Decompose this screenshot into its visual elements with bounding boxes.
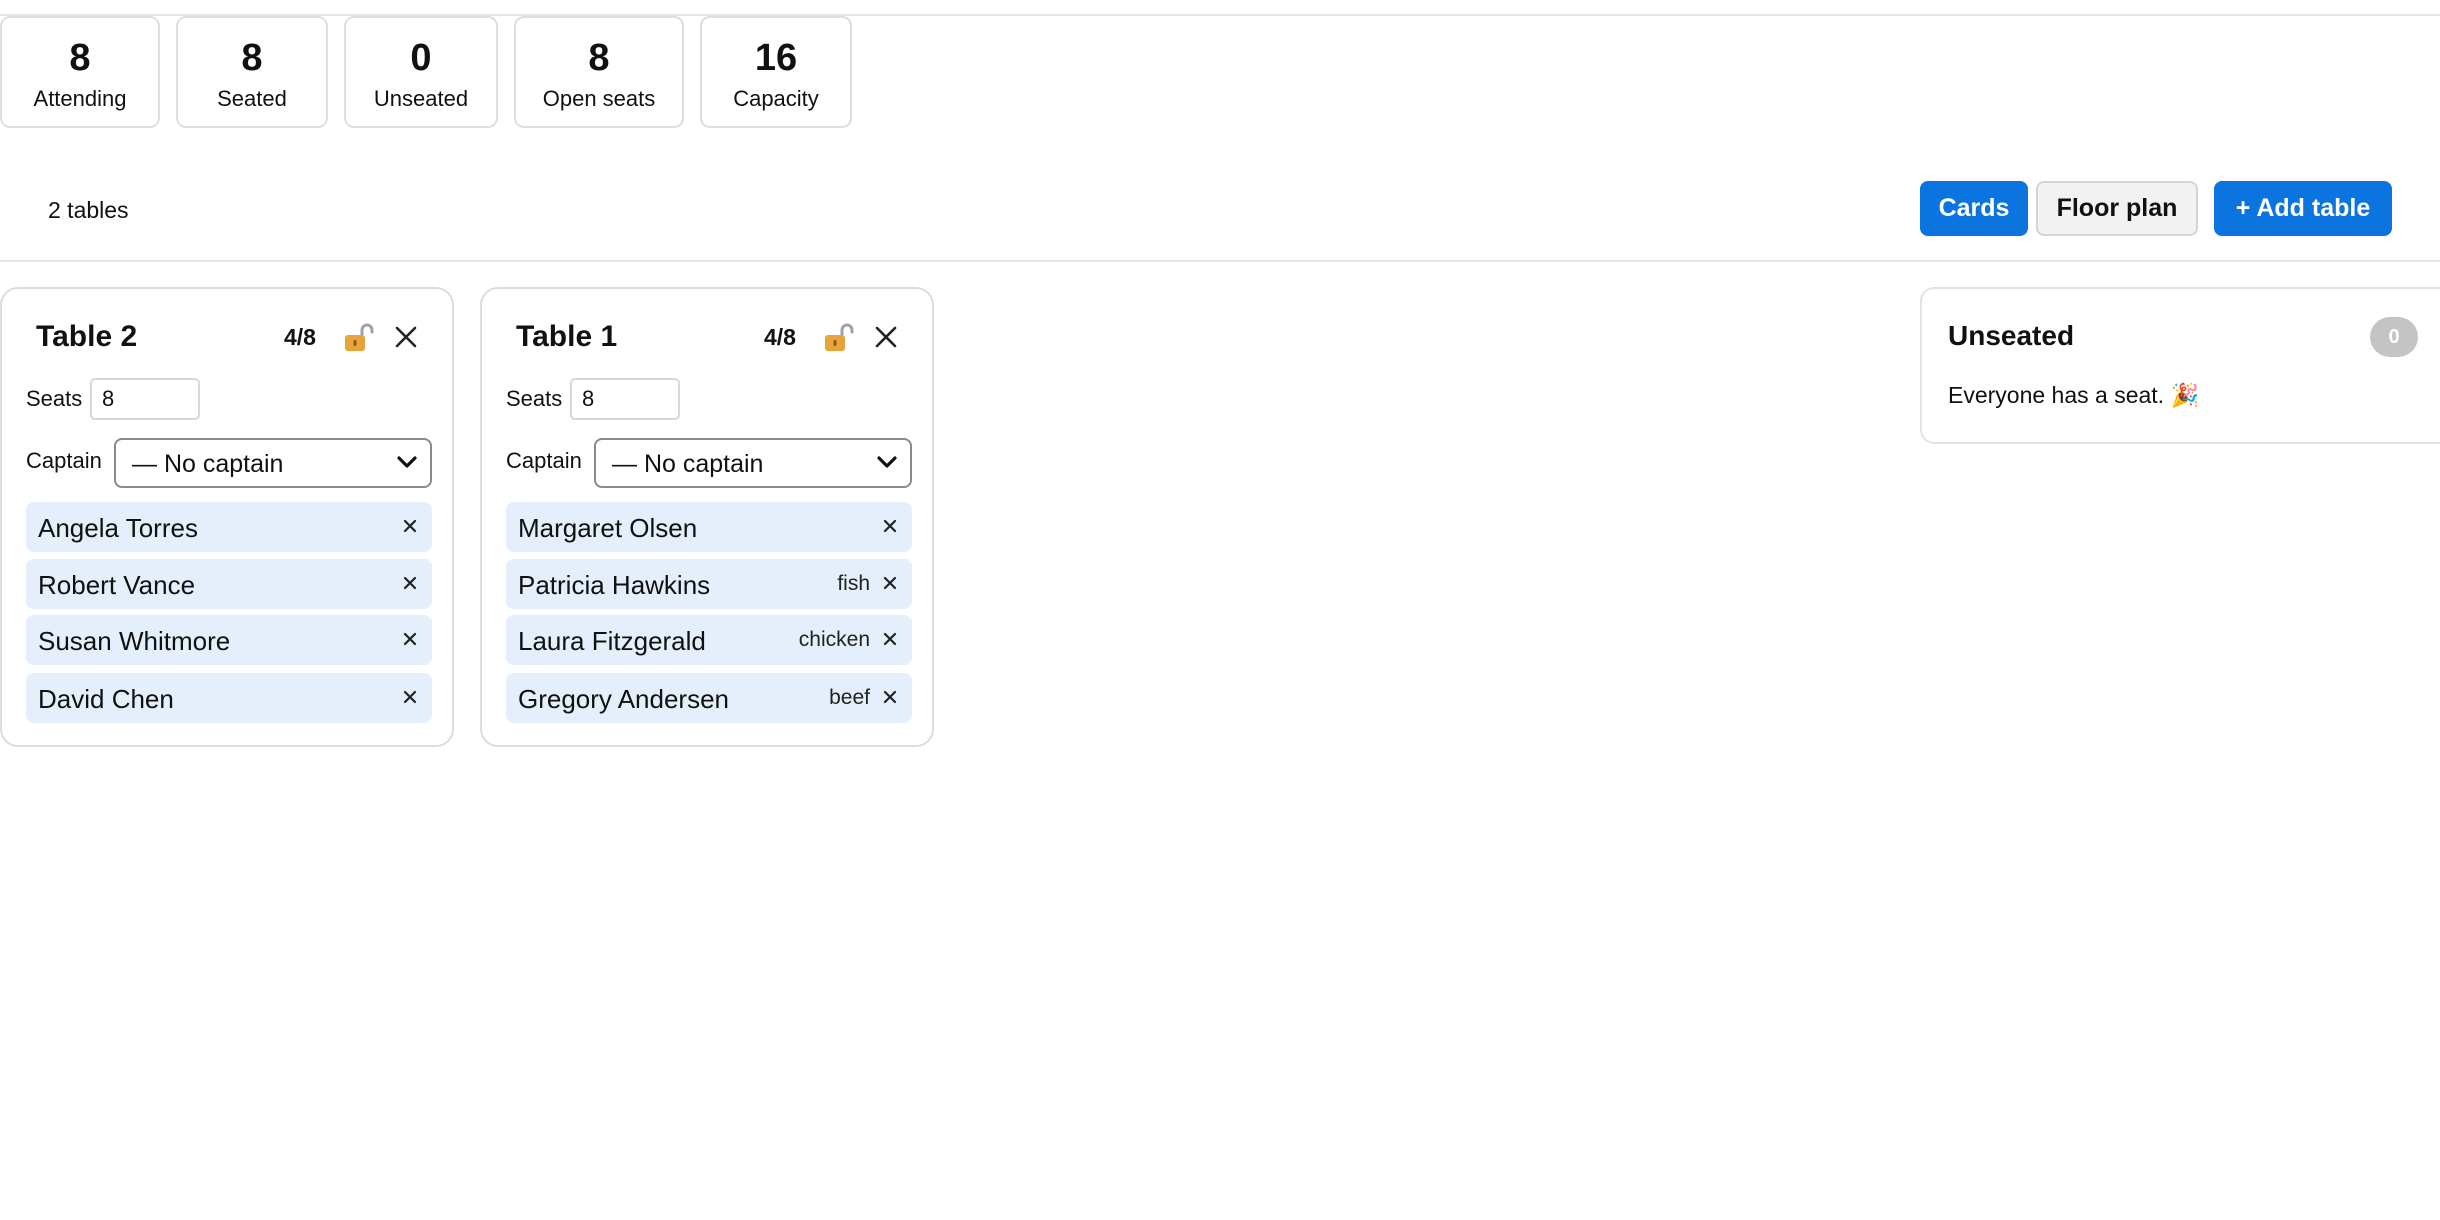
stat-value: 8 — [241, 37, 263, 79]
captain-select-value: — No captain — [132, 450, 284, 478]
captain-label: Captain — [506, 448, 582, 473]
stat-value: 8 — [588, 37, 610, 79]
remove-guest-icon[interactable] — [882, 518, 898, 534]
stat-seated: 8 Seated — [176, 16, 328, 128]
table-card: Table 2 4/8 Seats Captain — No captain A… — [0, 287, 454, 747]
guest-chip[interactable]: Susan Whitmore — [26, 615, 432, 665]
guest-chip[interactable]: Gregory Andersen beef — [506, 673, 912, 723]
unseated-panel: Unseated 0 Everyone has a seat. 🎉 — [1920, 287, 2440, 444]
remove-guest-icon[interactable] — [882, 575, 898, 591]
stat-value: 16 — [754, 37, 798, 79]
remove-guest-icon[interactable] — [402, 518, 418, 534]
guest-chip[interactable]: Patricia Hawkins fish — [506, 559, 912, 609]
seats-input[interactable] — [570, 378, 680, 420]
stat-open-seats: 8 Open seats — [514, 16, 684, 128]
remove-guest-icon[interactable] — [402, 575, 418, 591]
guest-chip[interactable]: Robert Vance — [26, 559, 432, 609]
unlocked-padlock-icon[interactable] — [822, 321, 854, 353]
table-occupancy: 4/8 — [764, 324, 796, 350]
guest-chip[interactable]: Margaret Olsen — [506, 502, 912, 552]
chevron-down-icon — [397, 456, 417, 468]
table-name: Table 2 — [36, 320, 138, 353]
guest-name: Gregory Andersen — [518, 684, 730, 714]
toolbar-divider — [0, 260, 2440, 262]
unlocked-padlock-icon[interactable] — [342, 321, 374, 353]
chevron-down-icon — [877, 456, 897, 468]
cards-view-button[interactable]: Cards — [1920, 181, 2028, 236]
guest-name: Angela Torres — [38, 513, 198, 543]
guest-meal: chicken — [798, 628, 870, 651]
seats-label: Seats — [26, 386, 83, 411]
stat-capacity: 16 Capacity — [700, 16, 852, 128]
stat-label: Unseated — [373, 86, 469, 111]
guest-chip[interactable]: David Chen — [26, 673, 432, 723]
unseated-message: Everyone has a seat. 🎉 — [1948, 382, 2200, 408]
stat-label: Attending — [33, 86, 127, 111]
captain-select[interactable]: — No captain — [594, 438, 912, 488]
stat-label: Seated — [217, 86, 287, 111]
stat-label: Capacity — [733, 86, 819, 111]
guest-chip[interactable]: Laura Fitzgerald chicken — [506, 615, 912, 665]
unseated-title: Unseated — [1948, 320, 2075, 351]
guest-name: Robert Vance — [38, 570, 196, 600]
stat-unseated: 0 Unseated — [344, 16, 498, 128]
stat-label: Open seats — [542, 86, 656, 111]
guest-chip[interactable]: Angela Torres — [26, 502, 432, 552]
captain-label: Captain — [26, 448, 102, 473]
captain-select-value: — No captain — [612, 450, 764, 478]
remove-guest-icon[interactable] — [402, 689, 418, 705]
table-card: Table 1 4/8 Seats Captain — No captain M… — [480, 287, 934, 747]
seats-input[interactable] — [90, 378, 200, 420]
stat-value: 8 — [69, 37, 91, 79]
unseated-count-badge: 0 — [2370, 317, 2418, 357]
table-name: Table 1 — [516, 320, 618, 353]
stat-attending: 8 Attending — [0, 16, 160, 128]
remove-guest-icon[interactable] — [882, 631, 898, 647]
guest-name: Susan Whitmore — [38, 626, 231, 656]
remove-guest-icon[interactable] — [402, 631, 418, 647]
captain-select[interactable]: — No captain — [114, 438, 432, 488]
close-icon[interactable] — [392, 323, 420, 351]
guest-meal: fish — [837, 572, 870, 595]
close-icon[interactable] — [872, 323, 900, 351]
guest-name: Laura Fitzgerald — [518, 626, 706, 656]
guest-meal: beef — [829, 686, 870, 709]
stat-value: 0 — [410, 37, 432, 79]
add-table-button[interactable]: + Add table — [2214, 181, 2392, 236]
floor-plan-view-button[interactable]: Floor plan — [2036, 181, 2198, 236]
table-occupancy: 4/8 — [284, 324, 316, 350]
remove-guest-icon[interactable] — [882, 689, 898, 705]
seats-label: Seats — [506, 386, 563, 411]
guest-name: David Chen — [38, 684, 174, 714]
guest-name: Margaret Olsen — [518, 513, 698, 543]
table-count: 2 tables — [48, 197, 129, 223]
guest-name: Patricia Hawkins — [518, 570, 711, 600]
